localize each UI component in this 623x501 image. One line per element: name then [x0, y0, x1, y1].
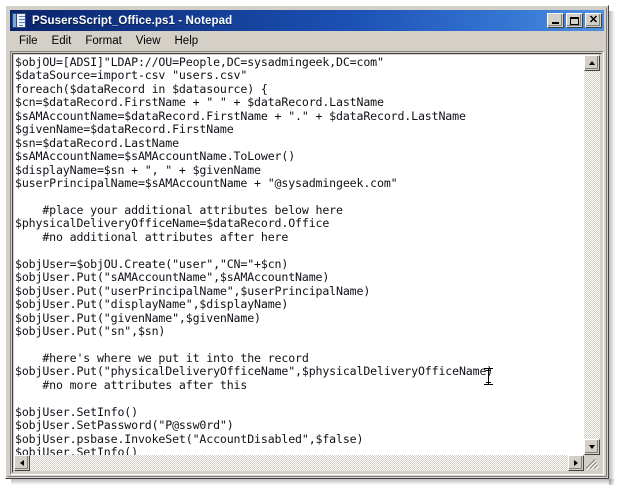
minimize-button[interactable] — [547, 13, 564, 28]
scroll-down-button[interactable] — [584, 439, 600, 455]
editor-sunken-frame: $objOU=[ADSI]"LDAP://OU=People,DC=sysadm… — [12, 53, 602, 473]
menu-bar: File Edit Format View Help — [10, 31, 604, 51]
close-button[interactable]: ✕ — [585, 13, 602, 28]
minimize-icon — [548, 14, 563, 27]
text-editor[interactable]: $objOU=[ADSI]"LDAP://OU=People,DC=sysadm… — [14, 55, 592, 455]
arrow-down-icon — [589, 445, 595, 449]
script-content: $objOU=[ADSI]"LDAP://OU=People,DC=sysadm… — [15, 55, 494, 455]
scroll-left-button[interactable] — [14, 455, 30, 471]
scroll-right-button[interactable] — [568, 455, 584, 471]
scroll-up-button[interactable] — [584, 55, 600, 71]
editor-client-area: $objOU=[ADSI]"LDAP://OU=People,DC=sysadm… — [10, 51, 604, 475]
window-controls: ✕ — [547, 13, 602, 28]
close-icon: ✕ — [588, 14, 599, 26]
vertical-scrollbar[interactable] — [584, 55, 600, 455]
menu-item-help[interactable]: Help — [168, 33, 206, 50]
arrow-right-icon — [574, 460, 578, 466]
window-inner-frame: PSusersScript_Office.ps1 - Notepad ✕ Fil… — [7, 7, 607, 477]
desktop-background: PSusersScript_Office.ps1 - Notepad ✕ Fil… — [0, 0, 623, 501]
horizontal-scrollbar[interactable] — [14, 455, 584, 471]
arrow-left-icon — [20, 460, 24, 466]
notepad-window: PSusersScript_Office.ps1 - Notepad ✕ Fil… — [5, 5, 609, 479]
window-title: PSusersScript_Office.ps1 - Notepad — [32, 14, 233, 27]
title-bar[interactable]: PSusersScript_Office.ps1 - Notepad ✕ — [10, 10, 604, 31]
window-shadow-corner — [609, 479, 615, 485]
window-shadow-right — [609, 11, 615, 485]
window-shadow-bottom — [11, 479, 609, 485]
notepad-icon — [12, 12, 28, 29]
resize-grip[interactable] — [584, 455, 600, 471]
maximize-icon — [567, 14, 582, 27]
menu-item-format[interactable]: Format — [78, 33, 128, 50]
menu-item-edit[interactable]: Edit — [45, 33, 79, 50]
maximize-button[interactable] — [566, 13, 583, 28]
menu-item-view[interactable]: View — [129, 33, 168, 50]
menu-item-file[interactable]: File — [12, 33, 45, 50]
arrow-up-icon — [589, 61, 595, 65]
